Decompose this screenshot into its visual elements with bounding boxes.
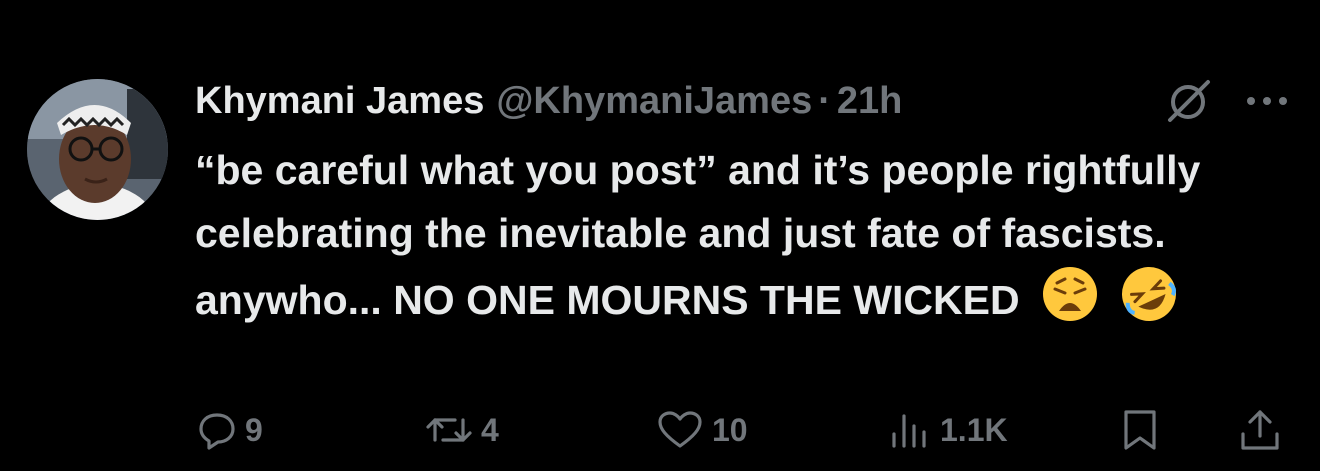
view-count: 1.1K <box>940 411 1008 448</box>
repost-icon <box>425 410 473 450</box>
reply-count: 9 <box>245 411 263 448</box>
separator-dot: · <box>818 79 831 122</box>
like-count: 10 <box>712 411 748 448</box>
weary-face-icon <box>1041 265 1099 341</box>
author-name[interactable]: Khymani James <box>195 80 484 123</box>
grok-icon[interactable] <box>1162 74 1214 126</box>
views-button[interactable]: 1.1K <box>888 405 1008 455</box>
action-bar: 9 4 10 1.1K <box>0 405 1320 455</box>
share-icon <box>1238 408 1282 452</box>
reply-button[interactable]: 9 <box>197 405 263 455</box>
more-options-icon[interactable] <box>1242 86 1292 116</box>
tweet-text: “be careful what you post” and it’s peop… <box>195 139 1275 341</box>
reply-icon <box>197 410 237 450</box>
share-button[interactable] <box>1238 405 1282 455</box>
bookmark-button[interactable] <box>1118 405 1162 455</box>
bookmark-icon <box>1118 408 1162 452</box>
repost-count: 4 <box>481 411 499 448</box>
heart-icon <box>656 410 704 450</box>
timestamp[interactable]: 21h <box>837 80 902 123</box>
author-handle[interactable]: @KhymaniJames <box>496 80 812 123</box>
bar-chart-icon <box>888 410 932 450</box>
tweet-header: Khymani James @KhymaniJames · 21h <box>195 76 902 126</box>
avatar[interactable] <box>27 79 168 220</box>
repost-button[interactable]: 4 <box>425 405 499 455</box>
rofl-icon <box>1120 265 1178 341</box>
like-button[interactable]: 10 <box>656 405 748 455</box>
